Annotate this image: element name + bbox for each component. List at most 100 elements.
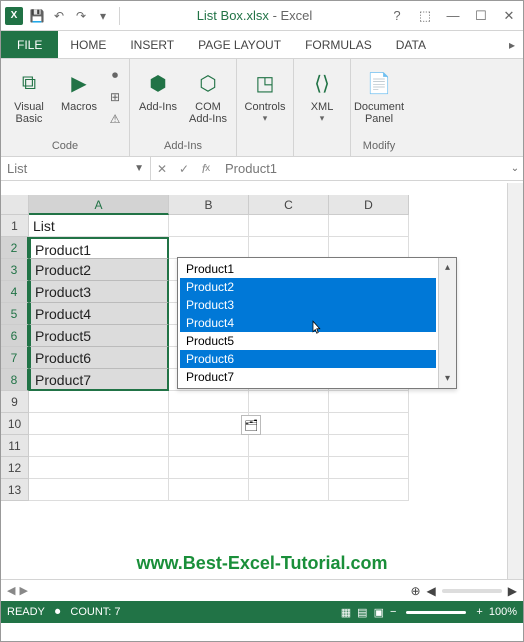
tab-data[interactable]: DATA [384, 31, 438, 58]
help-icon[interactable]: ? [387, 6, 407, 26]
close-icon[interactable]: ✕ [499, 6, 519, 26]
select-all-corner[interactable] [1, 195, 29, 215]
row-header-1[interactable]: 1 [1, 215, 29, 237]
cell-a1[interactable]: List [29, 215, 169, 237]
ribbon-options-icon[interactable]: ⬚ [415, 6, 435, 26]
xml-button[interactable]: ⟨⟩ XML ▾ [298, 65, 346, 124]
undo-icon[interactable]: ↶ [51, 8, 67, 24]
listbox-item[interactable]: Product5 [180, 332, 436, 350]
confirm-formula-icon[interactable]: ✓ [173, 162, 195, 176]
cell-a4[interactable]: Product3 [29, 281, 169, 303]
listbox-control[interactable]: Product1 Product2 Product3 Product4 Prod… [177, 257, 457, 389]
add-sheet-icon[interactable]: ⊕ [410, 584, 420, 598]
cell-b1[interactable] [169, 215, 249, 237]
row-header-12[interactable]: 12 [1, 457, 29, 479]
tab-insert[interactable]: INSERT [118, 31, 186, 58]
name-box[interactable]: List ▼ [1, 157, 151, 180]
tab-scroll-icon[interactable]: ▸ [501, 31, 523, 58]
listbox-item[interactable]: Product3 [180, 296, 436, 314]
zoom-in-icon[interactable]: + [476, 606, 482, 618]
listbox-item[interactable]: Product7 [180, 368, 436, 386]
chevron-down-icon[interactable]: ▼ [134, 163, 144, 174]
redo-icon[interactable]: ↷ [73, 8, 89, 24]
ribbon-group-code: ⧉ Visual Basic ▶ Macros ⏺ ⊞ ⚠ Code [1, 59, 130, 156]
listbox-item[interactable]: Product1 [180, 260, 436, 278]
com-addins-button[interactable]: ⬡ COM Add-Ins [184, 65, 232, 125]
cell-a6[interactable]: Product5 [29, 325, 169, 347]
controls-icon: ◳ [249, 67, 281, 99]
document-panel-button[interactable]: 📄 Document Panel [355, 65, 403, 125]
save-icon[interactable]: 💾 [29, 8, 45, 24]
scroll-down-icon[interactable]: ▾ [445, 373, 450, 384]
macro-record-status-icon[interactable]: ⏺ [55, 606, 61, 619]
window-title: List Box.xlsx - Excel [128, 8, 381, 23]
hscroll-left-icon[interactable]: ◀ [427, 584, 436, 598]
macros-button[interactable]: ▶ Macros [55, 65, 103, 113]
row-header-4[interactable]: 4 [1, 281, 29, 303]
zoom-level[interactable]: 100% [489, 606, 517, 618]
quick-analysis-icon[interactable]: 🗂 [241, 415, 261, 435]
row-header-6[interactable]: 6 [1, 325, 29, 347]
relative-ref-icon[interactable]: ⊞ [105, 87, 125, 107]
col-header-a[interactable]: A [29, 195, 169, 215]
tab-formulas[interactable]: FORMULAS [293, 31, 384, 58]
sheet-nav-next-icon[interactable]: ▶ [19, 584, 27, 597]
cell-a5[interactable]: Product4 [29, 303, 169, 325]
zoom-slider[interactable] [406, 611, 466, 614]
cell-c1[interactable] [249, 215, 329, 237]
cancel-formula-icon[interactable]: ✕ [151, 162, 173, 176]
hscroll-right-icon[interactable]: ▶ [508, 584, 517, 598]
sheet-nav-prev-icon[interactable]: ◀ [7, 584, 15, 597]
row-header-8[interactable]: 8 [1, 369, 29, 391]
row-header-11[interactable]: 11 [1, 435, 29, 457]
record-macro-icon[interactable]: ⏺ [105, 65, 125, 85]
expand-formula-bar-icon[interactable]: ⌄ [507, 163, 523, 174]
zoom-out-icon[interactable]: − [390, 606, 396, 618]
addins-button[interactable]: ⬢ Add-Ins [134, 65, 182, 113]
hscroll-track[interactable] [442, 589, 502, 593]
cell-a8[interactable]: Product7 [29, 369, 169, 391]
col-header-c[interactable]: C [249, 195, 329, 215]
vertical-scrollbar[interactable] [507, 183, 523, 579]
cell-d1[interactable] [329, 215, 409, 237]
status-bar: READY ⏺ COUNT: 7 ▦ ▤ ▣ − + 100% [1, 601, 523, 623]
cell-a3[interactable]: Product2 [29, 259, 169, 281]
status-ready: READY [7, 606, 45, 618]
formula-value[interactable]: Product1 [217, 161, 507, 176]
window-controls: ? ⬚ — ☐ ✕ [387, 6, 519, 26]
row-header-13[interactable]: 13 [1, 479, 29, 501]
cell-a2[interactable]: Product1 [29, 237, 169, 259]
row-header-9[interactable]: 9 [1, 391, 29, 413]
view-pagelayout-icon[interactable]: ▤ [357, 606, 367, 619]
row-header-5[interactable]: 5 [1, 303, 29, 325]
macros-icon: ▶ [63, 67, 95, 99]
minimize-icon[interactable]: — [443, 6, 463, 26]
view-normal-icon[interactable]: ▦ [341, 606, 351, 619]
listbox-item[interactable]: Product4 [180, 314, 436, 332]
maximize-icon[interactable]: ☐ [471, 6, 491, 26]
xml-icon: ⟨⟩ [306, 67, 338, 99]
controls-button[interactable]: ◳ Controls ▾ [241, 65, 289, 124]
customize-qat-icon[interactable]: ▾ [95, 8, 111, 24]
cell-a7[interactable]: Product6 [29, 347, 169, 369]
ribbon-group-addins: ⬢ Add-Ins ⬡ COM Add-Ins Add-Ins [130, 59, 237, 156]
tab-page-layout[interactable]: PAGE LAYOUT [186, 31, 293, 58]
row-header-10[interactable]: 10 [1, 413, 29, 435]
document-name: List Box.xlsx [197, 8, 269, 23]
listbox-scrollbar[interactable]: ▴ ▾ [438, 258, 456, 388]
fx-icon[interactable]: fx [195, 162, 217, 176]
tab-home[interactable]: HOME [58, 31, 118, 58]
worksheet[interactable]: A B C D 1 List 2 Product1 3 Product2 4 P… [1, 195, 523, 591]
listbox-item[interactable]: Product6 [180, 350, 436, 368]
listbox-item[interactable]: Product2 [180, 278, 436, 296]
visual-basic-button[interactable]: ⧉ Visual Basic [5, 65, 53, 125]
macro-security-icon[interactable]: ⚠ [105, 109, 125, 129]
scroll-up-icon[interactable]: ▴ [445, 262, 450, 273]
tab-file[interactable]: FILE [1, 31, 58, 58]
view-pagebreak-icon[interactable]: ▣ [374, 606, 384, 619]
row-header-3[interactable]: 3 [1, 259, 29, 281]
row-header-2[interactable]: 2 [1, 237, 29, 259]
row-header-7[interactable]: 7 [1, 347, 29, 369]
col-header-b[interactable]: B [169, 195, 249, 215]
col-header-d[interactable]: D [329, 195, 409, 215]
